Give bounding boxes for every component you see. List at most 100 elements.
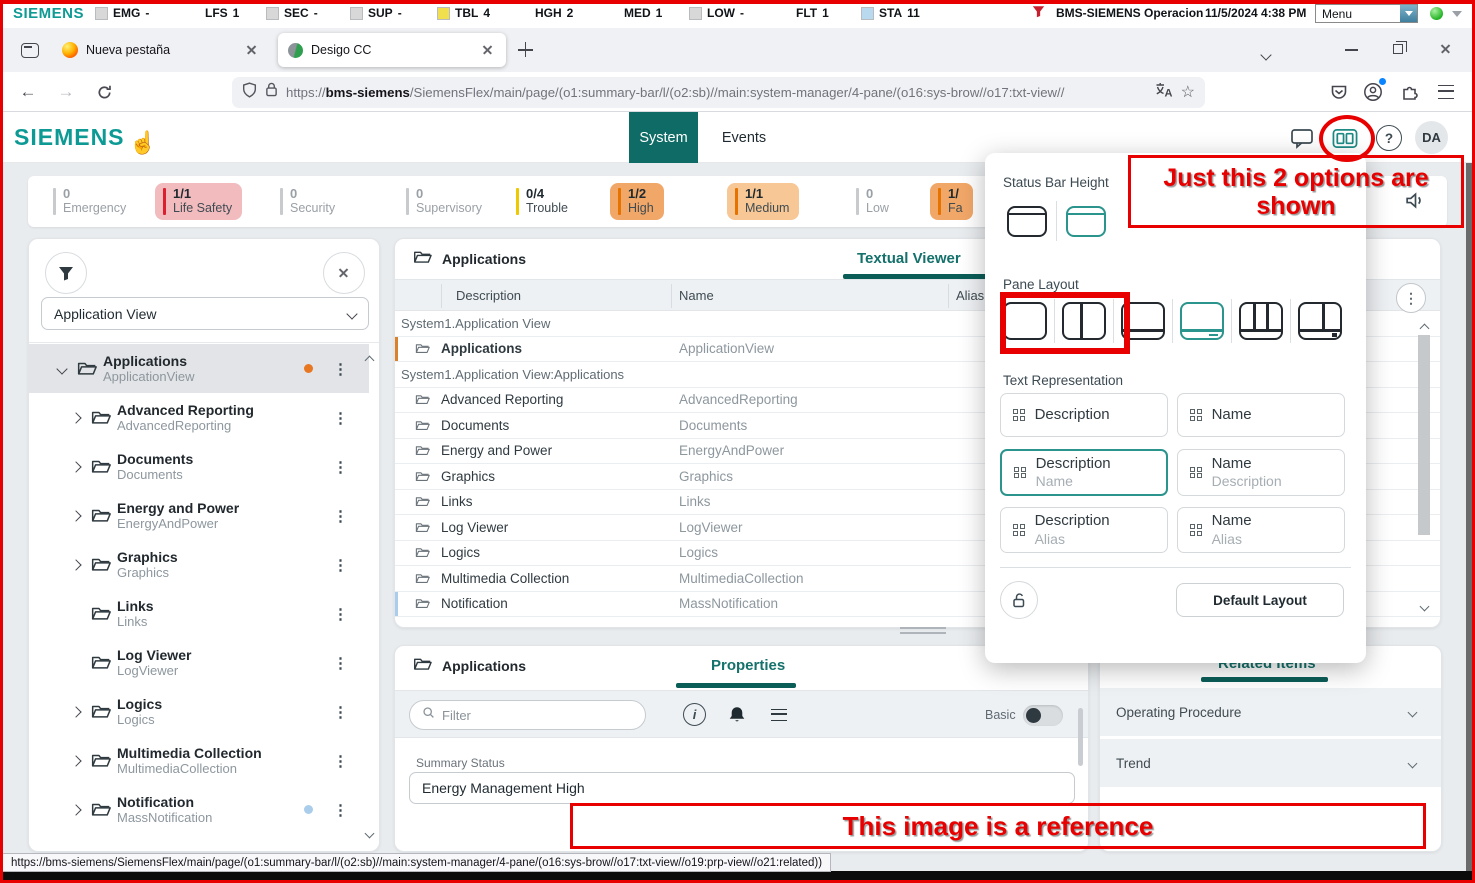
tree-item-operator-tasks[interactable]: Operator Tasks [29, 834, 369, 851]
tree-item-log-viewer[interactable]: Log ViewerLogViewer [29, 638, 369, 687]
more-options-icon[interactable] [333, 556, 347, 574]
tab-textual-viewer[interactable]: Textual Viewer [857, 250, 961, 267]
more-options-icon[interactable] [333, 409, 347, 427]
scrollbar-thumb[interactable] [1418, 335, 1430, 535]
system-counter-lfs[interactable]: LFS1 [205, 6, 239, 20]
filter-input[interactable] [409, 700, 646, 730]
translate-icon[interactable]: A [1155, 82, 1173, 103]
pocket-icon[interactable] [1327, 80, 1351, 104]
chevron-right-icon[interactable] [67, 561, 85, 569]
filter-icon[interactable] [1032, 4, 1045, 22]
scroll-down-icon[interactable] [366, 824, 373, 842]
basic-advanced-toggle[interactable] [1023, 705, 1063, 726]
filter-funnel-icon[interactable] [45, 252, 87, 294]
pane-layout-main-with-bottom-bar-handle[interactable] [1180, 302, 1224, 340]
close-icon[interactable] [323, 252, 365, 294]
avatar[interactable]: DA [1415, 121, 1448, 154]
text-representation-option-description-name[interactable]: DescriptionName [1000, 449, 1168, 496]
chevron-down-icon[interactable] [1403, 760, 1421, 767]
bookmark-star-icon[interactable] [1181, 82, 1195, 102]
tree-item-logics[interactable]: LogicsLogics [29, 687, 369, 736]
tab-events[interactable]: Events [698, 112, 790, 163]
tree-item-advanced-reporting[interactable]: Advanced ReportingAdvancedReporting [29, 393, 369, 442]
tree-item-notification[interactable]: NotificationMassNotification [29, 785, 369, 834]
view-selector-dropdown[interactable]: Application View [41, 297, 369, 330]
text-representation-option-name[interactable]: Name [1177, 393, 1345, 437]
more-options-icon[interactable] [333, 801, 347, 819]
minimize-icon[interactable] [1345, 49, 1358, 51]
system-counter-sup[interactable]: SUP- [350, 6, 402, 20]
back-icon[interactable] [16, 80, 40, 104]
tree-item-graphics[interactable]: GraphicsGraphics [29, 540, 369, 589]
forward-icon[interactable] [54, 80, 78, 104]
tree-item-multimedia-collection[interactable]: Multimedia CollectionMultimediaCollectio… [29, 736, 369, 785]
account-icon[interactable] [1361, 80, 1385, 104]
status-bar-height-compact[interactable] [1007, 206, 1047, 237]
menu-dropdown[interactable]: Menu [1315, 4, 1418, 23]
more-options-icon[interactable] [333, 703, 347, 721]
chevron-right-icon[interactable] [67, 512, 85, 520]
section-trend[interactable]: Trend [1100, 739, 1441, 787]
info-icon[interactable] [683, 703, 706, 726]
tree-item-applications[interactable]: ApplicationsApplicationView [29, 344, 369, 393]
unlock-icon[interactable] [1000, 581, 1038, 619]
chevron-right-icon[interactable] [67, 414, 85, 422]
more-options-icon[interactable] [333, 507, 347, 525]
chevron-right-icon[interactable] [67, 757, 85, 765]
firefox-view-icon[interactable] [21, 43, 39, 58]
summary-category-low[interactable]: 0Low [848, 183, 899, 220]
close-tab-icon[interactable] [480, 42, 496, 58]
more-options-icon[interactable] [333, 605, 347, 623]
help-icon[interactable] [1376, 125, 1402, 151]
system-counter-med[interactable]: MED1 [624, 6, 662, 20]
table-options-icon[interactable] [1396, 283, 1426, 313]
section-operating-procedure[interactable]: Operating Procedure [1100, 688, 1441, 736]
text-representation-option-description[interactable]: Description [1000, 393, 1168, 437]
default-layout-button[interactable]: Default Layout [1176, 583, 1344, 617]
system-counter-sta[interactable]: STA11 [861, 6, 920, 20]
system-counter-hgh[interactable]: HGH2 [535, 6, 573, 20]
caret-down-icon[interactable] [1452, 11, 1462, 17]
summary-category-fa[interactable]: 1/Fa [930, 183, 973, 220]
system-counter-flt[interactable]: FLT1 [796, 6, 829, 20]
summary-category-security[interactable]: 0Security [272, 183, 345, 220]
summary-category-medium[interactable]: 1/1Medium [727, 183, 799, 220]
summary-category-high[interactable]: 1/2High [610, 183, 664, 220]
menu-hamburger-icon[interactable] [1438, 85, 1454, 99]
system-counter-low[interactable]: LOW- [689, 6, 744, 20]
dropdown-arrow-icon[interactable] [1400, 5, 1417, 22]
column-alias[interactable]: Alias [956, 288, 984, 303]
system-counter-tbl[interactable]: TBL4 [437, 6, 490, 20]
bell-icon[interactable] [725, 703, 749, 727]
tab-nueva-pestana[interactable]: Nueva pestaña [52, 33, 270, 67]
tab-desigo-cc[interactable]: Desigo CC [278, 33, 506, 67]
filter-text-field[interactable] [442, 708, 633, 723]
tree-item-documents[interactable]: DocumentsDocuments [29, 442, 369, 491]
siemens-logo[interactable]: SIEMENS [14, 124, 125, 151]
more-options-icon[interactable] [333, 850, 347, 852]
system-counter-sec[interactable]: SEC- [266, 6, 318, 20]
chevron-down-icon[interactable] [1403, 709, 1421, 716]
system-counter-emg[interactable]: EMG- [95, 6, 149, 20]
chevron-right-icon[interactable] [67, 463, 85, 471]
summary-category-trouble[interactable]: 0/4Trouble [508, 183, 578, 220]
text-representation-option-name-alias[interactable]: NameAlias [1177, 507, 1345, 553]
summary-category-supervisory[interactable]: 0Supervisory [398, 183, 492, 220]
tab-properties[interactable]: Properties [711, 657, 785, 674]
extensions-puzzle-icon[interactable] [1398, 80, 1422, 104]
more-options-icon[interactable] [333, 654, 347, 672]
list-view-icon[interactable] [767, 703, 791, 727]
chevron-down-icon[interactable] [53, 365, 71, 373]
restore-window-icon[interactable] [1393, 44, 1403, 54]
text-representation-option-description-alias[interactable]: DescriptionAlias [1000, 507, 1168, 553]
status-bar-height-expanded[interactable] [1066, 206, 1106, 237]
summary-category-emergency[interactable]: 0Emergency [45, 183, 136, 220]
lock-icon[interactable] [265, 82, 278, 102]
list-tabs-icon[interactable] [1262, 46, 1270, 64]
scroll-up-icon[interactable] [366, 351, 373, 369]
pane-layout-two-columns-with-bottom-bar[interactable] [1239, 302, 1283, 340]
tree-item-links[interactable]: LinksLinks [29, 589, 369, 638]
more-options-icon[interactable] [333, 458, 347, 476]
scrollbar-thumb[interactable] [1078, 708, 1083, 766]
column-description[interactable]: Description [456, 288, 521, 303]
